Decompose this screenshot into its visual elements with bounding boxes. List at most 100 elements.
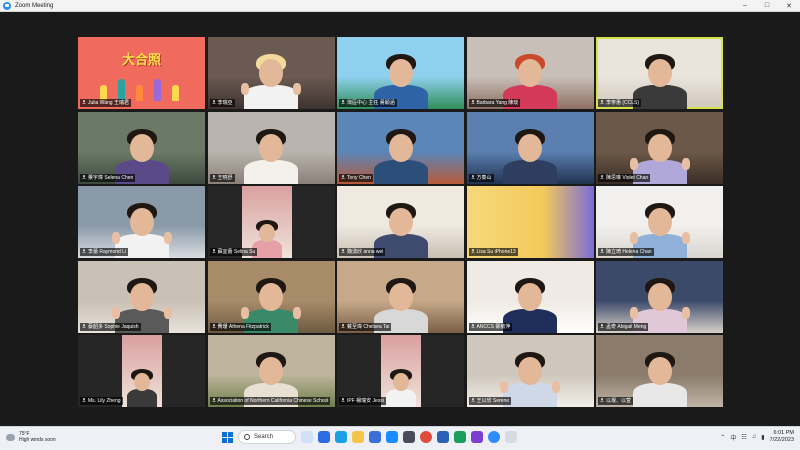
participant-tile[interactable]: 灣區中心 主任 蔣穎涵 (337, 37, 464, 109)
store-icon[interactable] (386, 431, 398, 443)
microphone-icon (212, 323, 216, 328)
maximize-button[interactable]: □ (756, 0, 778, 12)
participant-name: Ms. Lily Zheng (88, 398, 121, 404)
weather-widget[interactable]: 75°F High winds soon (6, 431, 56, 443)
close-button[interactable]: ✕ (778, 0, 800, 12)
title-card-text: 大合照 (121, 53, 161, 68)
microphone-icon (82, 174, 86, 179)
microphone-illustration (118, 79, 125, 101)
participant-tile[interactable]: 粟宇煒 Selena Chen (78, 111, 205, 184)
participant-tile[interactable]: 費珊 Athena Fitzpatrick (207, 260, 335, 333)
meeting-area: 大合照 Julia Wang 王瑞君 李瑞亞 灣區中心 主任 蔣穎涵 Barbara Y… (0, 13, 800, 426)
battery-icon[interactable]: ▮ (761, 434, 764, 441)
participant-name: Lisa Su iPhone13 (476, 249, 516, 255)
zoom-taskbar-icon[interactable] (488, 431, 500, 443)
participant-name: Tony Chen (347, 174, 371, 181)
file-explorer-icon[interactable] (352, 431, 364, 443)
participant-name: 李寧惠 (CCLS) (606, 100, 640, 106)
participant-body (632, 383, 687, 407)
volume-icon[interactable]: ♫ (752, 434, 757, 440)
wifi-icon[interactable]: ☷ (741, 434, 746, 441)
participant-tile[interactable]: 陳思琳 Violet Chan (596, 111, 723, 184)
taskbar-apps: Search (222, 430, 517, 444)
show-hidden-icons-icon[interactable]: ⌃ (720, 434, 725, 441)
participant-tile[interactable]: 蔡韶多 Sophie Jaquish (78, 260, 205, 333)
participant-name: 王以欣 Serene (476, 398, 510, 404)
photos-icon[interactable] (403, 431, 415, 443)
participant-name: Association of Northern California Chine… (217, 398, 329, 404)
microphone-icon (471, 249, 475, 253)
participant-tile[interactable]: Ms. Lily Zheng (78, 335, 205, 407)
participant-tile[interactable]: 大合照 Julia Wang 王瑞君 (78, 37, 205, 109)
participant-tile[interactable]: 以凝、以萱 (596, 335, 723, 407)
participant-tile[interactable]: 李蕾 Raymond Li (78, 186, 205, 258)
peace-sign-hand (111, 306, 120, 319)
participant-name-label: 王曉舒 (209, 173, 235, 182)
snipping-tool-icon[interactable] (505, 431, 517, 443)
participant-name-label: ANCCS 鄭敏萍 (468, 322, 513, 331)
edge-browser-icon[interactable] (318, 431, 330, 443)
peace-sign-hand (629, 306, 638, 319)
participant-tile[interactable]: 方泰山 (466, 111, 594, 184)
peace-sign-hand (681, 157, 690, 170)
word-icon[interactable] (437, 431, 449, 443)
participant-name: 魏湧欣 anna wei (347, 249, 384, 255)
chrome-icon[interactable] (420, 431, 432, 443)
microphone-icon (471, 323, 475, 328)
participant-name: 灣區中心 主任 蔣穎涵 (347, 100, 395, 106)
participant-tile[interactable]: IPF 楊瑞安 Jessi (337, 335, 464, 407)
participant-name: 李瑞亞 (217, 100, 233, 106)
microphone-illustration (154, 79, 161, 101)
participant-tile[interactable]: 陳立琦 Helena Chan (596, 186, 723, 258)
participant-name-label: 以凝、以萱 (598, 397, 634, 405)
participant-tile[interactable]: 魏湧欣 anna wei (337, 186, 464, 258)
participant-face (647, 282, 672, 311)
search-label: Search (254, 434, 274, 440)
participant-face (388, 59, 413, 87)
participant-tile[interactable]: 戴至瑋 Chelsea Tai (337, 260, 464, 333)
edge-browser-2-icon[interactable] (335, 431, 347, 443)
mail-icon[interactable] (369, 431, 381, 443)
participant-tile[interactable]: Lisa Su iPhone13 (466, 186, 594, 258)
participant-name-label: 費珊 Athena Fitzpatrick (209, 322, 271, 331)
participant-name: 李蕾 Raymond Li (88, 249, 127, 255)
participant-name: ANCCS 鄭敏萍 (476, 323, 511, 330)
participant-tile[interactable]: Tony Chen (337, 111, 464, 184)
participant-face (518, 59, 542, 87)
participant-tile[interactable]: ANCCS 鄭敏萍 (466, 260, 594, 333)
participant-name-label: 陳思琳 Violet Chan (598, 173, 651, 182)
participant-face (129, 208, 154, 236)
participant-tile[interactable]: 李瑞亞 (207, 37, 335, 109)
participant-tile[interactable]: 孟奇 Abigail Meng (596, 260, 723, 333)
microphone-icon (471, 174, 475, 179)
participant-face (259, 357, 283, 385)
participant-video (122, 335, 162, 407)
weather-description: High winds soon (19, 437, 56, 443)
windows-start-icon[interactable] (222, 431, 233, 443)
participant-name: 陳思琳 Violet Chan (606, 174, 649, 181)
system-tray: ⌃ 中 ☷ ♫ ▮ 6:01 PM 7/22/2023 (720, 430, 794, 444)
participant-tile[interactable]: 李寧惠 (CCLS) (596, 37, 723, 109)
microphone-icon (341, 249, 345, 253)
excel-icon[interactable] (454, 431, 466, 443)
participant-body (503, 159, 557, 184)
taskbar-search[interactable]: Search (238, 430, 296, 444)
peace-sign-hand (111, 232, 120, 244)
participant-body (386, 389, 416, 407)
microphone-icon (600, 398, 604, 402)
minimize-button[interactable]: – (734, 0, 756, 12)
participant-tile[interactable]: Barbara Yang 陳琰 (466, 37, 594, 109)
input-language-indicator[interactable]: 中 (730, 433, 736, 442)
participant-tile[interactable]: Association of Northern California Chine… (207, 335, 335, 407)
participant-face (647, 133, 672, 162)
participant-tile[interactable]: 王曉舒 (207, 111, 335, 184)
teams-icon[interactable] (471, 431, 483, 443)
participant-face (258, 223, 275, 242)
participant-tile[interactable]: 王以欣 Serene (466, 335, 594, 407)
task-view-icon[interactable] (301, 431, 313, 443)
participant-name: 王曉舒 (217, 174, 233, 181)
participant-tile[interactable]: 蘇宜蕾 Selina Su (207, 186, 335, 258)
system-clock[interactable]: 6:01 PM 7/22/2023 (770, 430, 794, 444)
participant-name: 蔡韶多 Sophie Jaquish (88, 323, 139, 330)
participant-name-label: 方泰山 (468, 173, 494, 182)
